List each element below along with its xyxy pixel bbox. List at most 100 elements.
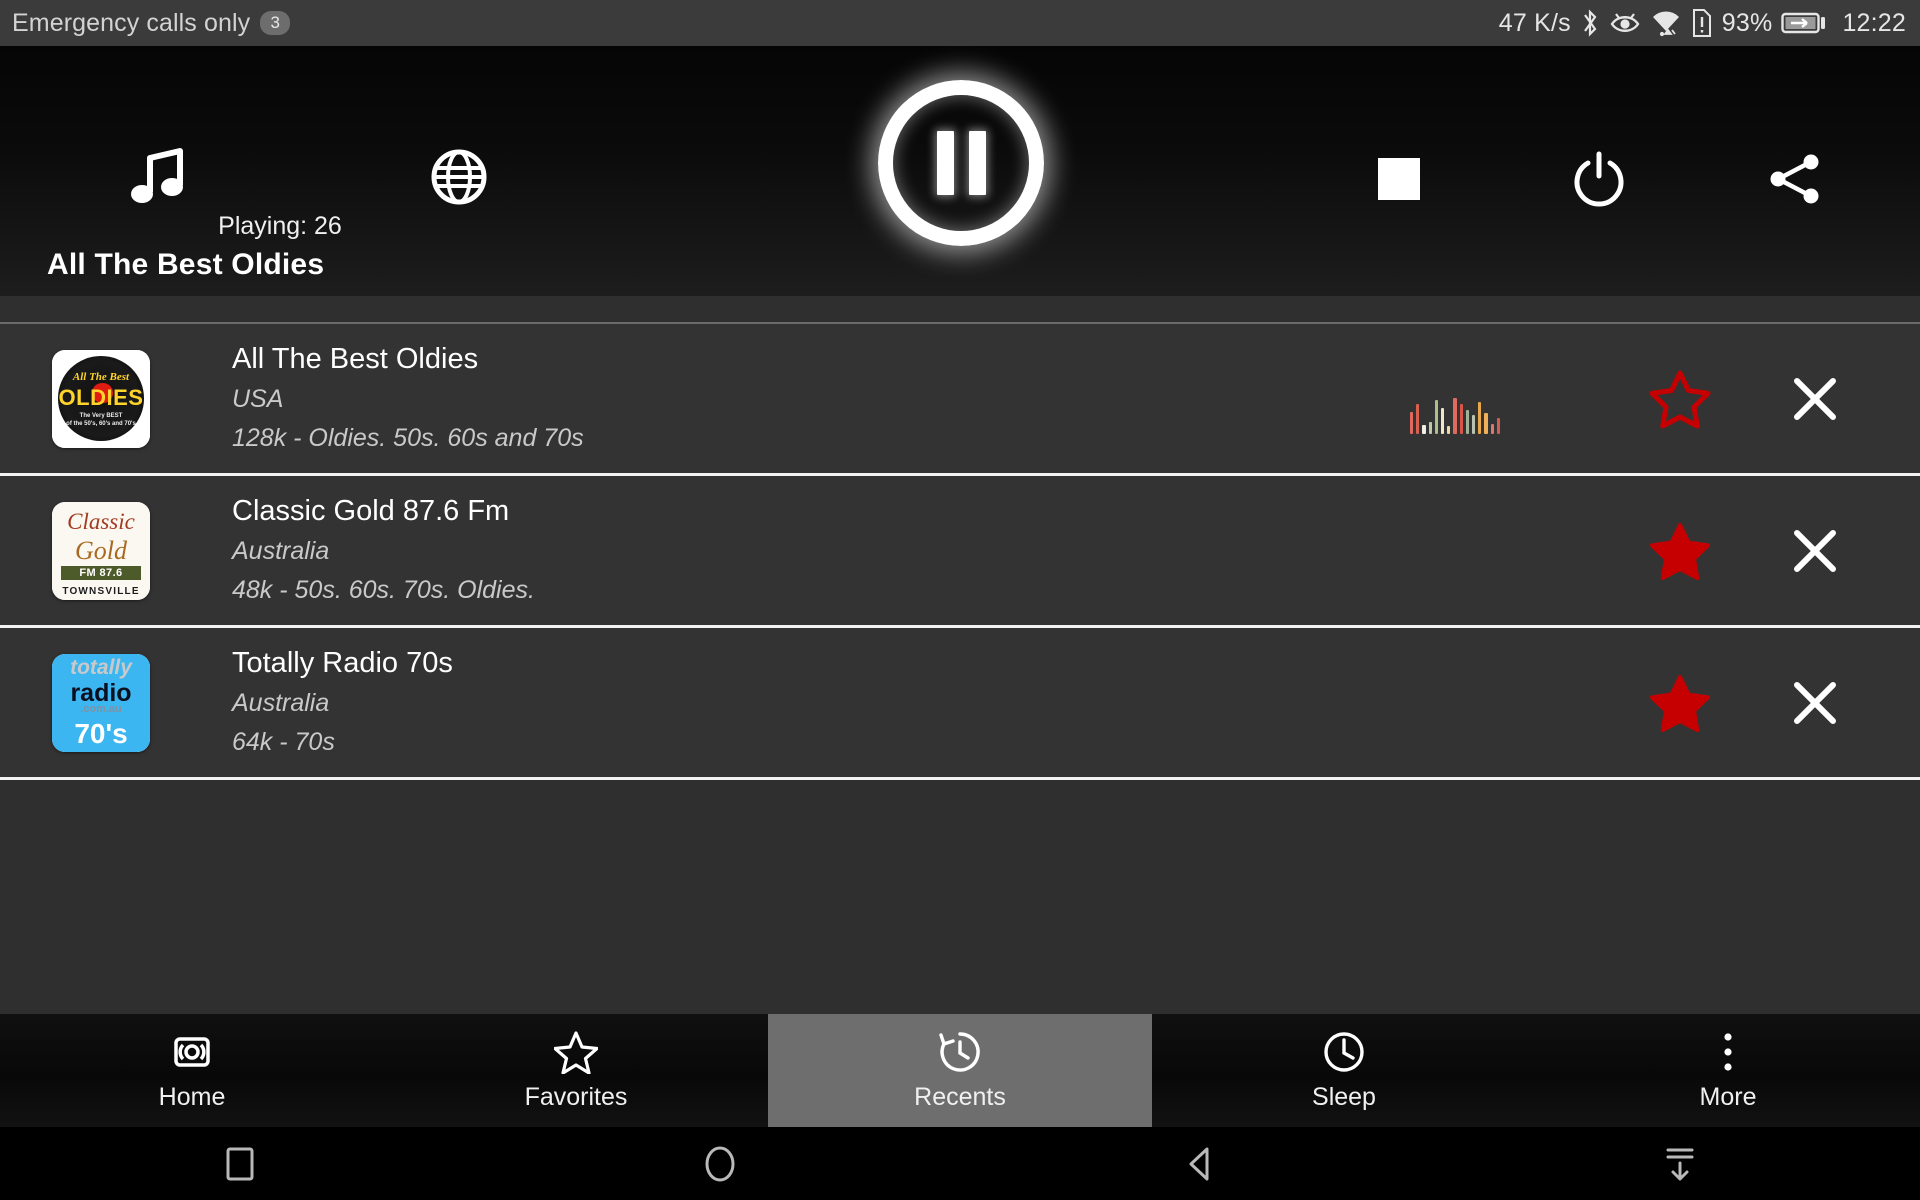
equalizer-bar	[1428, 421, 1432, 434]
hide-navbar-icon[interactable]	[1440, 1143, 1920, 1185]
share-button[interactable]	[1760, 144, 1830, 214]
back-triangle-icon[interactable]	[960, 1143, 1440, 1185]
station-meta: All The Best Oldies USA 128k - Oldies. 5…	[232, 341, 1410, 456]
battery-percent-label: 93%	[1721, 8, 1773, 37]
station-country: Australia	[232, 537, 330, 566]
equalizer-bar	[1472, 414, 1476, 434]
music-note-icon[interactable]	[124, 142, 194, 212]
network-speed-label: 47 K/s	[1498, 8, 1571, 37]
nav-label: Favorites	[524, 1082, 628, 1111]
equalizer-bar	[1447, 425, 1451, 434]
station-country: Australia	[232, 689, 330, 718]
station-description: 64k - 70s	[232, 728, 335, 757]
pause-bar-right	[968, 131, 986, 195]
table-row[interactable]: All The Best OLDIES The Very BEST of the …	[0, 324, 1920, 476]
nav-item-favorites[interactable]: Favorites	[384, 1014, 768, 1127]
pause-icon	[878, 80, 1044, 246]
favorite-button[interactable]	[1620, 368, 1740, 430]
station-name: Totally Radio 70s	[232, 647, 453, 680]
logo-line-1: All The Best	[72, 371, 130, 384]
nav-item-recents[interactable]: Recents	[768, 1014, 1152, 1127]
nav-item-more[interactable]: More	[1536, 1014, 1920, 1127]
logo-line-1: Classic	[67, 509, 135, 535]
equalizer-bar	[1484, 412, 1488, 434]
radio-app-screen: Emergency calls only 3 47 K/s 93% 12:22 …	[0, 0, 1920, 1200]
table-row[interactable]: Classic Gold FM 87.6 TOWNSVILLE Classic …	[0, 476, 1920, 628]
favorite-button[interactable]	[1620, 520, 1740, 582]
wifi-icon	[1650, 8, 1682, 38]
star-filled-icon	[1650, 674, 1710, 732]
stop-icon	[1378, 158, 1420, 200]
playing-count-label: Playing: 26	[218, 212, 342, 240]
stop-button[interactable]	[1368, 148, 1430, 210]
logo-line-3: FM 87.6	[60, 566, 142, 581]
station-meta: Classic Gold 87.6 Fm Australia 48k - 50s…	[232, 493, 1410, 608]
section-title: All The Best Oldies	[47, 248, 325, 281]
close-icon	[1794, 529, 1836, 572]
station-logo: totally radio .com.au 70's	[52, 653, 150, 752]
remove-button[interactable]	[1740, 373, 1890, 425]
equalizer-bar	[1441, 407, 1445, 434]
star-filled-icon	[1650, 522, 1710, 580]
equalizer-bar	[1434, 399, 1439, 434]
logo-line-1: totally	[70, 656, 132, 680]
nav-label: Recents	[914, 1082, 1006, 1111]
close-icon	[1794, 377, 1836, 420]
clock-icon	[1322, 1030, 1366, 1074]
equalizer-bar	[1410, 411, 1414, 434]
equalizer-indicator	[1410, 388, 1501, 434]
table-row[interactable]: totally radio .com.au 70's Totally Radio…	[0, 628, 1920, 780]
station-name: Classic Gold 87.6 Fm	[232, 495, 510, 528]
star-outline-icon	[1649, 370, 1711, 428]
equalizer-bar	[1416, 403, 1420, 434]
station-country: USA	[232, 385, 284, 414]
home-circle-icon[interactable]	[480, 1142, 960, 1186]
remove-button[interactable]	[1740, 677, 1890, 729]
equalizer-bar	[1459, 403, 1463, 434]
power-icon	[1574, 151, 1624, 207]
battery-charging-icon	[1781, 8, 1827, 38]
nav-label: Home	[158, 1082, 226, 1111]
logo-line-4: 70's	[74, 717, 128, 749]
bottom-navigation: Home Favorites Recents Sleep More	[0, 1014, 1920, 1127]
equalizer-bar	[1465, 409, 1470, 434]
play-pause-button[interactable]	[866, 68, 1056, 258]
remove-button[interactable]	[1740, 525, 1890, 577]
logo-line-4: TOWNSVILLE	[62, 585, 140, 597]
clock-label: 12:22	[1842, 8, 1906, 37]
status-bar-right: 47 K/s 93% 12:22	[1499, 8, 1906, 38]
history-icon	[937, 1030, 983, 1074]
overflow-menu-icon	[1721, 1030, 1735, 1074]
favorite-button[interactable]	[1620, 672, 1740, 734]
nav-item-sleep[interactable]: Sleep	[1152, 1014, 1536, 1127]
notification-count-badge: 3	[260, 10, 291, 36]
sim-alert-icon	[1691, 8, 1713, 38]
nav-label: More	[1699, 1082, 1757, 1111]
recents-square-icon[interactable]	[0, 1144, 480, 1184]
equalizer-bar	[1496, 417, 1501, 434]
carrier-label: Emergency calls only	[12, 8, 251, 37]
station-list: All The Best OLDIES The Very BEST of the …	[0, 324, 1920, 780]
station-description: 48k - 50s. 60s. 70s. Oldies.	[232, 576, 535, 605]
status-bar-left: Emergency calls only 3	[12, 8, 291, 38]
nav-label: Sleep	[1312, 1082, 1376, 1111]
nav-item-home[interactable]: Home	[0, 1014, 384, 1127]
star-outline-icon	[554, 1030, 598, 1074]
share-icon	[1770, 154, 1819, 204]
station-name: All The Best Oldies	[232, 343, 479, 376]
equalizer-bar	[1422, 424, 1426, 434]
power-button[interactable]	[1564, 144, 1634, 214]
station-logo: All The Best OLDIES The Very BEST of the …	[52, 349, 150, 448]
bluetooth-icon	[1580, 8, 1600, 38]
radio-broadcast-icon	[171, 1030, 213, 1074]
station-logo: Classic Gold FM 87.6 TOWNSVILLE	[52, 501, 150, 600]
station-description: 128k - Oldies. 50s. 60s and 70s	[232, 424, 584, 453]
equalizer-bar	[1453, 397, 1457, 434]
equalizer-bar	[1490, 423, 1494, 434]
status-bar: Emergency calls only 3 47 K/s 93% 12:22	[0, 0, 1920, 46]
globe-icon[interactable]	[424, 142, 494, 212]
pause-bar-left	[936, 131, 954, 195]
close-icon	[1794, 681, 1836, 724]
station-meta: Totally Radio 70s Australia 64k - 70s	[232, 645, 1410, 760]
equalizer-bar	[1478, 401, 1482, 434]
